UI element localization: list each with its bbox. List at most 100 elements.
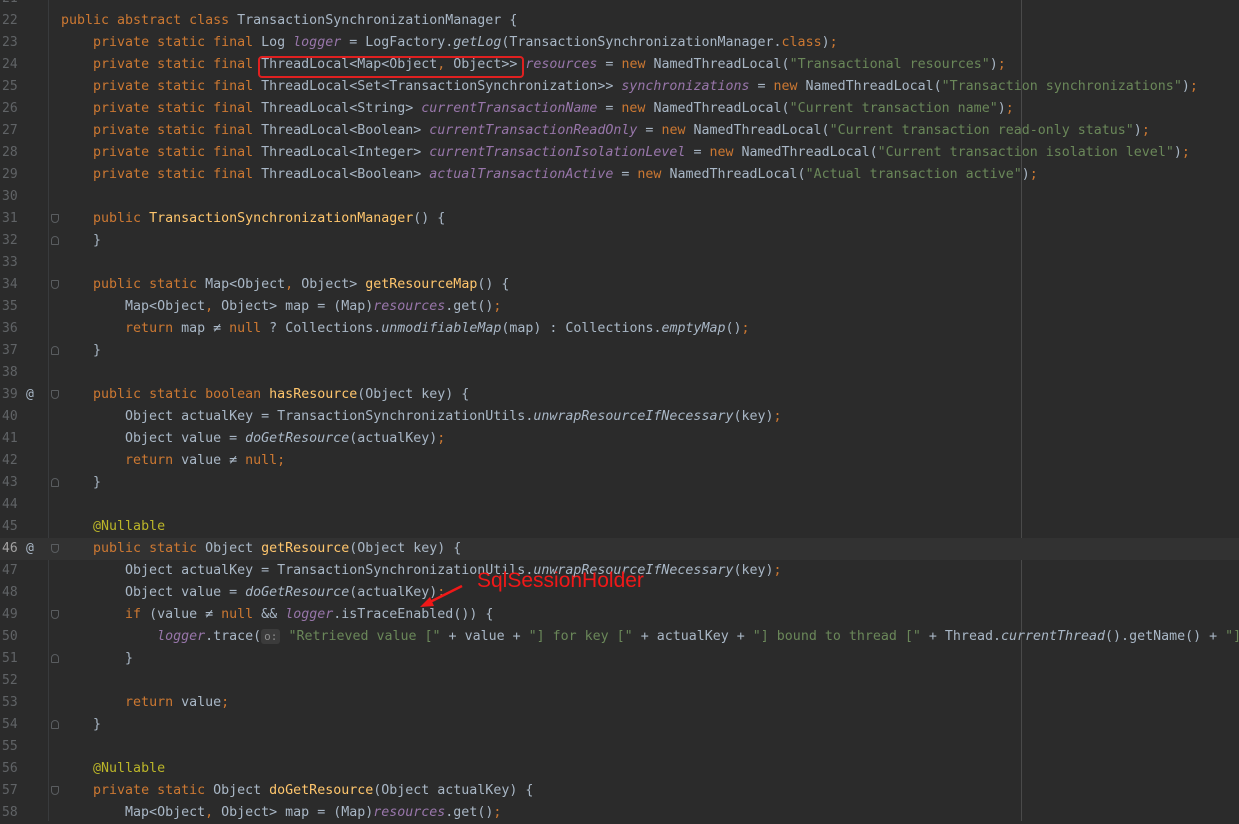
keyword: private static final	[93, 79, 254, 94]
keyword: return	[125, 695, 174, 710]
code-line[interactable]: 32 }	[0, 230, 1239, 252]
fold-toggle-icon[interactable]	[51, 280, 59, 289]
code-line[interactable]: 31 public TransactionSynchronizationMana…	[0, 208, 1239, 230]
line-number[interactable]: 42	[2, 450, 26, 472]
code-line[interactable]: 51 }	[0, 648, 1239, 670]
code-line[interactable]: 49 if (value ≠ null && logger.isTraceEna…	[0, 604, 1239, 626]
line-number[interactable]: 26	[2, 98, 26, 120]
code-line[interactable]: 39 @ public static boolean hasResource(Ob…	[0, 384, 1239, 406]
line-number[interactable]: 41	[2, 428, 26, 450]
line-number[interactable]: 25	[2, 76, 26, 98]
code-line[interactable]: 54 }	[0, 714, 1239, 736]
keyword: private static final	[93, 35, 254, 50]
line-number[interactable]: 22	[2, 10, 26, 32]
line-number[interactable]: 57	[2, 780, 26, 802]
line-number[interactable]: 33	[2, 252, 26, 274]
fold-toggle-icon[interactable]	[51, 786, 59, 795]
line-number[interactable]: 28	[2, 142, 26, 164]
line-number[interactable]: 47	[2, 560, 26, 582]
line-number[interactable]: 35	[2, 296, 26, 318]
code-line[interactable]: 38	[0, 362, 1239, 384]
code-text: }	[61, 651, 134, 666]
line-number[interactable]: 44	[2, 494, 26, 516]
override-marker-icon[interactable]: @	[26, 384, 34, 406]
line-number[interactable]: 43	[2, 472, 26, 494]
code-line[interactable]: 33	[0, 252, 1239, 274]
highlight-box	[258, 56, 524, 78]
line-number[interactable]: 24	[2, 54, 26, 76]
line-number[interactable]: 29	[2, 164, 26, 186]
line-number[interactable]: 34	[2, 274, 26, 296]
line-number[interactable]: 40	[2, 406, 26, 428]
fold-toggle-icon[interactable]	[51, 544, 59, 553]
code-line[interactable]: 44	[0, 494, 1239, 516]
line-number[interactable]: 45	[2, 516, 26, 538]
line-number[interactable]: 36	[2, 318, 26, 340]
override-marker-icon[interactable]: @	[26, 538, 34, 560]
code-line[interactable]: 40 Object actualKey = TransactionSynchro…	[0, 406, 1239, 428]
code-line[interactable]: 35 Map<Object, Object> map = (Map)resour…	[0, 296, 1239, 318]
code-editor[interactable]: 2122 public abstract class TransactionSyn…	[0, 0, 1239, 821]
code-line[interactable]: 52	[0, 670, 1239, 692]
fold-toggle-icon[interactable]	[51, 478, 59, 487]
fold-toggle-icon[interactable]	[51, 720, 59, 729]
fold-toggle-icon[interactable]	[51, 346, 59, 355]
field: currentTransactionReadOnly	[429, 123, 638, 138]
line-number[interactable]: 23	[2, 32, 26, 54]
line-number[interactable]: 56	[2, 758, 26, 780]
code-line[interactable]: 43 }	[0, 472, 1239, 494]
line-number[interactable]: 37	[2, 340, 26, 362]
line-number[interactable]: 39	[2, 384, 26, 406]
line-number[interactable]: 38	[2, 362, 26, 384]
code-line[interactable]: 23 private static final Log logger = Log…	[0, 32, 1239, 54]
code-line[interactable]: 24 private static final ThreadLocal<Map<…	[0, 54, 1239, 76]
code-line[interactable]: 30	[0, 186, 1239, 208]
code-line[interactable]: 42 return value ≠ null;	[0, 450, 1239, 472]
code-line[interactable]: 37 }	[0, 340, 1239, 362]
string-literal: "Retrieved value ["	[288, 629, 441, 644]
keyword: ;	[997, 57, 1006, 72]
code-line[interactable]: 55	[0, 736, 1239, 758]
code-line[interactable]: 46 @ public static Object getResource(Obj…	[0, 538, 1239, 560]
method-name: TransactionSynchronizationManager	[149, 211, 414, 226]
code-line[interactable]: 28 private static final ThreadLocal<Inte…	[0, 142, 1239, 164]
line-number[interactable]: 50	[2, 626, 26, 648]
code-line[interactable]: 57 private static Object doGetResource(O…	[0, 780, 1239, 802]
code-text: private static final ThreadLocal<String>…	[93, 101, 1014, 116]
code-line[interactable]: 34 public static Map<Object, Object> get…	[0, 274, 1239, 296]
line-number[interactable]: 27	[2, 120, 26, 142]
line-number[interactable]: 51	[2, 648, 26, 670]
code-line[interactable]: 25 private static final ThreadLocal<Set<…	[0, 76, 1239, 98]
code-line[interactable]: 41 Object value = doGetResource(actualKe…	[0, 428, 1239, 450]
code-line[interactable]: 26 private static final ThreadLocal<Stri…	[0, 98, 1239, 120]
fold-toggle-icon[interactable]	[51, 654, 59, 663]
line-number[interactable]: 53	[2, 692, 26, 714]
line-number[interactable]: 52	[2, 670, 26, 692]
line-number[interactable]: 54	[2, 714, 26, 736]
line-number[interactable]: 49	[2, 604, 26, 626]
line-number[interactable]: 30	[2, 186, 26, 208]
line-number[interactable]: 48	[2, 582, 26, 604]
keyword: new	[621, 101, 646, 116]
code-line[interactable]: 21	[0, 0, 1239, 10]
fold-toggle-icon[interactable]	[51, 390, 59, 399]
line-number[interactable]: 31	[2, 208, 26, 230]
fold-toggle-icon[interactable]	[51, 610, 59, 619]
line-number[interactable]: 55	[2, 736, 26, 758]
keyword: ;	[493, 299, 502, 314]
code-text: Map<Object, Object> map = (Map)resources…	[61, 299, 502, 314]
code-line[interactable]: 50 logger.trace(o: "Retrieved value [" +…	[0, 626, 1239, 648]
code-line[interactable]: 36 return map ≠ null ? Collections.unmod…	[0, 318, 1239, 340]
code-line[interactable]: 29 private static final ThreadLocal<Bool…	[0, 164, 1239, 186]
fold-toggle-icon[interactable]	[51, 236, 59, 245]
code-line[interactable]: 27 private static final ThreadLocal<Bool…	[0, 120, 1239, 142]
code-line[interactable]: 56 @Nullable	[0, 758, 1239, 780]
code-line[interactable]: 53 return value;	[0, 692, 1239, 714]
code-line[interactable]: 22 public abstract class TransactionSynch…	[0, 10, 1239, 32]
code-line[interactable]: 45 @Nullable	[0, 516, 1239, 538]
line-number[interactable]: 21	[2, 0, 26, 10]
line-number[interactable]: 46	[2, 538, 26, 560]
code-text: public static Object getResource(Object …	[93, 541, 462, 556]
fold-toggle-icon[interactable]	[51, 214, 59, 223]
line-number[interactable]: 32	[2, 230, 26, 252]
